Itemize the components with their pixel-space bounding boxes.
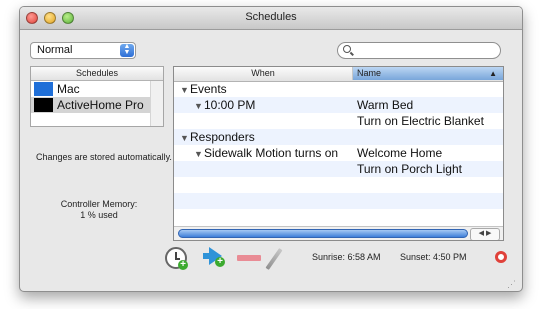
schedules-scrollbar[interactable]: [150, 81, 163, 126]
plus-icon: +: [215, 257, 225, 267]
lifebuoy-icon[interactable]: [495, 251, 507, 263]
table-row: [174, 209, 503, 225]
pencil-icon[interactable]: [265, 248, 283, 270]
sunset-time: Sunset: 4:50 PM: [400, 252, 467, 262]
changes-note: Changes are stored automatically.: [36, 152, 172, 162]
arrow-plus-icon[interactable]: +: [203, 245, 227, 269]
schedules-items: Mac ActiveHome Pro: [31, 81, 152, 113]
controller-memory: Controller Memory: 1 % used: [34, 199, 164, 221]
column-name[interactable]: Name ▲: [353, 67, 503, 80]
sort-ascending-icon: ▲: [489, 69, 497, 78]
when-cell: ▼Sidewalk Motion turns on: [194, 145, 338, 162]
clock-plus-icon[interactable]: +: [165, 247, 188, 270]
mode-popup-value: Normal: [37, 44, 73, 56]
schedules-header: Schedules: [31, 67, 163, 81]
memory-label: Controller Memory:: [60, 199, 138, 209]
sunrise-time: Sunrise: 6:58 AM: [312, 252, 381, 262]
column-name-label: Name: [357, 68, 382, 78]
table-row: [174, 177, 503, 193]
search-field[interactable]: [337, 42, 501, 59]
name-cell: Turn on Electric Blanket: [357, 114, 484, 128]
search-icon: [343, 45, 351, 53]
table-row: [174, 193, 503, 209]
plus-icon: +: [178, 260, 188, 270]
group-label: Events: [190, 82, 227, 96]
schedules-window: Schedules Normal ▲ ▼ Schedules Mac Active…: [19, 6, 523, 292]
when-label: 10:00 PM: [204, 98, 256, 112]
resize-grip-icon[interactable]: ⋰: [507, 279, 519, 289]
disclosure-triangle-icon[interactable]: ▼: [194, 98, 204, 114]
disclosure-triangle-icon[interactable]: ▼: [180, 130, 190, 146]
table-header: When Name ▲: [174, 67, 503, 82]
name-cell: Warm Bed: [357, 98, 414, 112]
window-title: Schedules: [245, 11, 297, 23]
name-cell: Welcome Home: [357, 146, 443, 160]
search-input[interactable]: [354, 44, 498, 59]
schedule-table[interactable]: When Name ▲ ▼Events ▼10:00 PM Warm Bed T…: [173, 66, 504, 241]
list-item-label: ActiveHome Pro: [57, 98, 144, 112]
color-swatch: [34, 82, 53, 96]
schedules-list[interactable]: Schedules Mac ActiveHome Pro: [30, 66, 164, 127]
memory-value: 1 % used: [80, 210, 118, 220]
when-cell: ▼10:00 PM: [194, 97, 255, 114]
chevron-updown-icon: ▲ ▼: [120, 43, 134, 57]
scroll-arrows[interactable]: ◀ ▶: [470, 228, 500, 240]
disclosure-triangle-icon[interactable]: ▼: [180, 82, 190, 98]
group-cell: ▼Responders: [180, 129, 255, 146]
group-label: Responders: [190, 130, 255, 144]
list-item[interactable]: Mac: [31, 81, 152, 97]
scrollbar-thumb[interactable]: [178, 229, 468, 238]
minus-icon[interactable]: [237, 255, 261, 261]
column-when[interactable]: When: [174, 67, 353, 80]
table-row[interactable]: ▼Responders: [174, 129, 503, 145]
title-bar[interactable]: Schedules: [20, 7, 522, 30]
list-item-label: Mac: [57, 82, 80, 96]
table-rows: ▼Events ▼10:00 PM Warm Bed Turn on Elect…: [174, 81, 503, 225]
horizontal-scrollbar[interactable]: ◀ ▶: [174, 226, 503, 240]
table-row[interactable]: ▼Events: [174, 81, 503, 97]
disclosure-triangle-icon[interactable]: ▼: [194, 146, 204, 162]
table-row[interactable]: ▼Sidewalk Motion turns on Welcome Home: [174, 145, 503, 161]
table-row[interactable]: Turn on Porch Light: [174, 161, 503, 177]
name-cell: Turn on Porch Light: [357, 162, 462, 176]
when-label: Sidewalk Motion turns on: [204, 146, 339, 160]
table-row[interactable]: ▼10:00 PM Warm Bed: [174, 97, 503, 113]
color-swatch: [34, 98, 53, 112]
table-row[interactable]: Turn on Electric Blanket: [174, 113, 503, 129]
list-item[interactable]: ActiveHome Pro: [31, 97, 152, 113]
group-cell: ▼Events: [180, 81, 227, 98]
mode-popup[interactable]: Normal ▲ ▼: [30, 42, 136, 59]
